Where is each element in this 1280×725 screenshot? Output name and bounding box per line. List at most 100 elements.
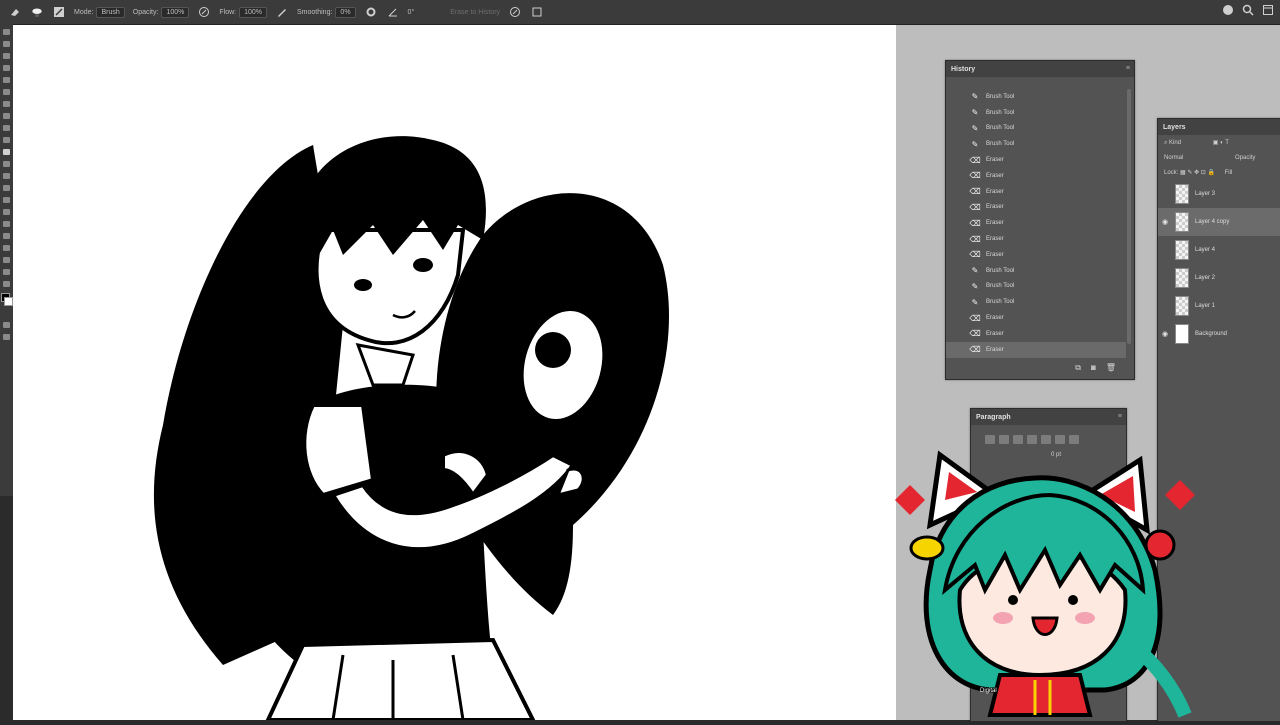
flow-field[interactable]: 100%	[239, 6, 267, 18]
filter-type-icon[interactable]: T	[1225, 140, 1229, 146]
lasso-tool-icon[interactable]	[3, 53, 10, 59]
color-swatches[interactable]	[1, 293, 13, 317]
marquee-tool-icon[interactable]	[3, 41, 10, 47]
panel-menu-icon[interactable]: ≡	[1126, 65, 1130, 72]
opacity-control[interactable]: Opacity: 100%	[133, 6, 190, 18]
panel-menu-icon[interactable]: ≡	[1118, 413, 1122, 420]
blend-mode-dropdown[interactable]: Normal	[1164, 155, 1183, 161]
lock-all-icon[interactable]: 🔒	[1207, 170, 1214, 176]
new-document-from-state-icon[interactable]: ⧉	[1075, 363, 1081, 373]
history-state-row[interactable]: ✎ Brush Tool	[946, 105, 1126, 121]
opacity-label[interactable]: Opacity	[1235, 155, 1255, 161]
path-select-tool-icon[interactable]	[3, 221, 10, 227]
angle-value[interactable]: 0°	[408, 9, 415, 16]
gear-icon[interactable]	[364, 5, 378, 19]
brush-preset-icon[interactable]: 50	[30, 5, 44, 19]
history-state-row[interactable]: ⌫ Eraser	[946, 200, 1126, 216]
mode-dropdown[interactable]: Brush	[96, 6, 125, 18]
history-state-row[interactable]: ⌫ Eraser	[946, 247, 1126, 263]
history-state-row[interactable]: ⌫ Eraser	[946, 231, 1126, 247]
history-state-row[interactable]: ⌫ Eraser	[946, 215, 1126, 231]
move-tool-icon[interactable]	[3, 29, 10, 35]
history-state-row[interactable]: ✎ Brush Tool	[946, 294, 1126, 310]
filter-kind-dropdown[interactable]: Kind	[1169, 140, 1181, 146]
lock-pixels-icon[interactable]: ▦	[1180, 170, 1186, 176]
type-tool-icon[interactable]	[3, 209, 10, 215]
visibility-eye-icon[interactable]: ◉	[1158, 330, 1172, 338]
blur-tool-icon[interactable]	[3, 173, 10, 179]
brush-settings-icon[interactable]	[52, 5, 66, 19]
smoothing-control[interactable]: Smoothing: 0%	[297, 6, 356, 18]
history-scrollbar[interactable]	[1127, 89, 1131, 344]
history-state-label: Brush Tool	[986, 141, 1015, 148]
history-state-row[interactable]: ✎ Brush Tool	[946, 136, 1126, 152]
filter-search-icon[interactable]: ⌕	[1164, 140, 1167, 146]
lock-brush-icon[interactable]: ✎	[1187, 170, 1192, 176]
filter-pixel-icon[interactable]: ▣	[1213, 140, 1219, 146]
symmetry-icon[interactable]	[530, 5, 544, 19]
erase-to-history-toggle[interactable]: Erase to History	[450, 9, 500, 16]
filter-adjust-icon[interactable]: ◐	[1220, 140, 1224, 146]
quick-select-tool-icon[interactable]	[3, 65, 10, 71]
layer-row[interactable]: Layer 1	[1158, 292, 1280, 320]
history-list: ✎ Brush Tool ✎ Brush Tool ✎ Brush Tool ✎ Brush …	[946, 89, 1126, 358]
history-brush-tool-icon[interactable]	[3, 137, 10, 143]
history-state-row[interactable]: ✎ Brush Tool	[946, 89, 1126, 105]
layer-row[interactable]: Layer 3	[1158, 180, 1280, 208]
hand-tool-icon[interactable]	[3, 245, 10, 251]
history-state-row[interactable]: ⌫ Eraser	[946, 341, 1126, 358]
brush-tool-icon[interactable]	[3, 113, 10, 119]
layer-row[interactable]: ◉ Background	[1158, 320, 1280, 348]
brush-icon: ✎	[971, 297, 979, 307]
history-state-row[interactable]: ✎ Brush Tool	[946, 121, 1126, 137]
flow-control[interactable]: Flow: 100%	[219, 6, 267, 18]
layer-row[interactable]: ◉ Layer 4 copy	[1158, 208, 1280, 236]
clone-stamp-tool-icon[interactable]	[3, 125, 10, 131]
zoom-tool-icon[interactable]	[3, 257, 10, 263]
history-state-label: Eraser	[986, 346, 1004, 353]
eyedropper-tool-icon[interactable]	[3, 89, 10, 95]
healing-tool-icon[interactable]	[3, 101, 10, 107]
pressure-opacity-icon[interactable]	[197, 5, 211, 19]
pen-tool-icon[interactable]	[3, 197, 10, 203]
paragraph-panel-title[interactable]: Paragraph	[971, 409, 1126, 425]
swap-colors-icon[interactable]	[3, 281, 10, 287]
pressure-size-icon[interactable]	[508, 5, 522, 19]
trash-icon[interactable]: 🗑	[1106, 363, 1116, 373]
airbrush-icon[interactable]	[275, 5, 289, 19]
history-state-label: Eraser	[986, 236, 1004, 243]
more-tools-icon[interactable]	[3, 269, 10, 275]
opacity-field[interactable]: 100%	[161, 6, 190, 18]
history-state-row[interactable]: ✎ Brush Tool	[946, 279, 1126, 295]
layers-panel-title[interactable]: Layers	[1158, 119, 1280, 135]
smoothing-field[interactable]: 0%	[335, 6, 356, 18]
history-state-row[interactable]: ⌫ Eraser	[946, 310, 1126, 326]
mode-control[interactable]: Mode: Brush	[74, 6, 125, 18]
quick-mask-icon[interactable]	[3, 322, 10, 328]
visibility-eye-icon[interactable]: ◉	[1158, 218, 1172, 226]
workspace-icon[interactable]	[1262, 4, 1274, 18]
history-panel-title[interactable]: History	[946, 61, 1134, 77]
history-state-row[interactable]: ⌫ Eraser	[946, 152, 1126, 168]
search-icon[interactable]	[1242, 4, 1254, 18]
snapshot-camera-icon[interactable]: ◙	[1091, 363, 1096, 373]
eraser-tool-icon[interactable]	[3, 149, 10, 155]
canvas[interactable]	[13, 25, 896, 720]
lock-move-icon[interactable]: ✥	[1194, 170, 1199, 176]
fill-label[interactable]: Fill	[1225, 170, 1233, 176]
lock-artboard-icon[interactable]: ⊡	[1201, 170, 1206, 176]
tool-preset-eraser-icon[interactable]	[8, 5, 22, 19]
share-icon[interactable]	[1222, 4, 1234, 18]
history-state-row[interactable]: ⌫ Eraser	[946, 184, 1126, 200]
layer-row[interactable]: Layer 4	[1158, 236, 1280, 264]
crop-tool-icon[interactable]	[3, 77, 10, 83]
history-state-row[interactable]: ✎ Brush Tool	[946, 263, 1126, 279]
shape-tool-icon[interactable]	[3, 233, 10, 239]
gradient-tool-icon[interactable]	[3, 161, 10, 167]
brush-icon: ✎	[971, 123, 979, 133]
history-state-row[interactable]: ⌫ Eraser	[946, 168, 1126, 184]
layer-row[interactable]: Layer 2	[1158, 264, 1280, 292]
dodge-tool-icon[interactable]	[3, 185, 10, 191]
history-state-row[interactable]: ⌫ Eraser	[946, 326, 1126, 342]
screen-mode-icon[interactable]	[3, 334, 10, 340]
